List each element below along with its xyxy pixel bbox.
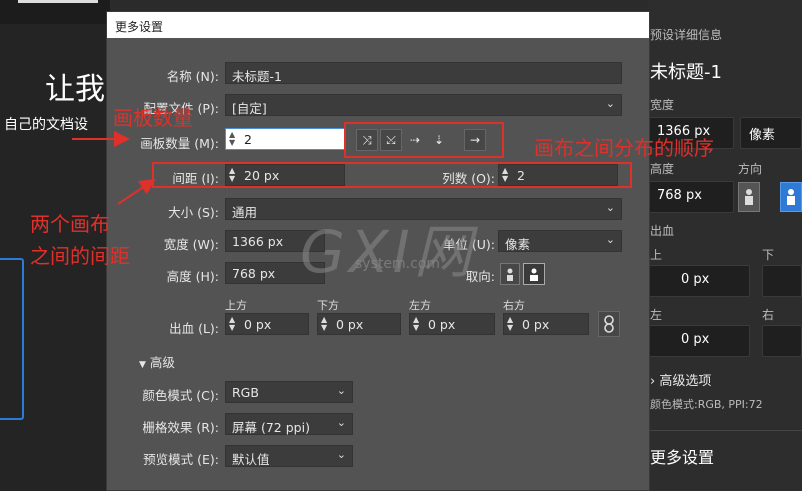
name-label: 名称 (N): bbox=[166, 69, 219, 84]
artboard-order-annotation: 画布之间分布的顺序 bbox=[534, 136, 714, 160]
bleed-label: 出血 bbox=[650, 224, 675, 238]
name-field[interactable]: 未标题-1 bbox=[225, 62, 622, 84]
bleed-top-label: 上 bbox=[650, 248, 663, 262]
size-label: 大小 (S): bbox=[168, 205, 219, 220]
advanced-section-toggle[interactable]: ▼ 高级 bbox=[139, 352, 175, 371]
portrait-icon[interactable] bbox=[738, 182, 760, 212]
units-value: 像素 bbox=[505, 237, 531, 252]
bleed-label: 出血 (L): bbox=[169, 321, 219, 336]
preset-name[interactable]: 未标题-1 bbox=[650, 58, 722, 84]
background-sub-text: 自己的文档设 bbox=[4, 117, 88, 133]
chevron-down-icon: ⌄ bbox=[336, 416, 346, 429]
profile-value: [自定] bbox=[232, 101, 267, 116]
color-mode-label: 颜色模式 (C): bbox=[142, 388, 219, 403]
dialog-title: 更多设置 bbox=[107, 12, 649, 38]
stepper-arrows-icon[interactable]: ▲ ▼ bbox=[229, 131, 235, 147]
color-mode-value: RGB bbox=[232, 385, 259, 400]
watermark-logo: GXI网 bbox=[300, 218, 476, 286]
stepper-arrows-icon[interactable]: ▲ ▼ bbox=[321, 316, 327, 332]
height-field[interactable]: 768 px bbox=[648, 181, 734, 213]
link-icon[interactable] bbox=[598, 311, 620, 337]
bleed-right-field[interactable] bbox=[762, 325, 802, 357]
bleed-top-value: 0 px bbox=[244, 317, 272, 332]
spacing-highlight-box bbox=[152, 162, 632, 188]
landscape-orientation-icon[interactable] bbox=[523, 263, 545, 285]
bleed-left-field[interactable]: 0 px bbox=[648, 325, 750, 357]
chevron-right-icon: › bbox=[650, 374, 656, 389]
order-highlight-box bbox=[344, 122, 504, 158]
preview-select[interactable]: 默认值 ⌄ bbox=[225, 445, 353, 467]
raster-select[interactable]: 屏幕 (72 ppi) ⌄ bbox=[225, 413, 353, 435]
more-settings-button[interactable]: 更多设置 bbox=[650, 444, 714, 468]
size-value: 通用 bbox=[232, 205, 258, 220]
bleed-left-label: 左方 bbox=[409, 299, 431, 312]
advanced-options-toggle[interactable]: › 高级选项 bbox=[650, 370, 711, 389]
preview-value: 默认值 bbox=[232, 452, 270, 467]
unit-select[interactable]: 像素 bbox=[740, 117, 802, 149]
spacing-annotation-line2: 之间的间距 bbox=[30, 244, 130, 268]
advanced-label: 高级 bbox=[149, 355, 175, 370]
divider bbox=[648, 430, 802, 431]
bleed-top-label: 上方 bbox=[225, 299, 247, 312]
bleed-top-stepper[interactable]: ▲ ▼ 0 px bbox=[225, 313, 309, 335]
width-label: 宽度 (W): bbox=[163, 237, 219, 252]
artboards-stepper[interactable]: ▲ ▼ 2 bbox=[225, 128, 345, 150]
bleed-bottom-label: 下 bbox=[762, 248, 775, 262]
artboards-label: 画板数量 (M): bbox=[140, 136, 219, 151]
orientation-label: 方向 bbox=[738, 162, 763, 176]
bleed-bottom-field[interactable] bbox=[762, 265, 802, 297]
advanced-options-label: 高级选项 bbox=[659, 374, 712, 389]
triangle-down-icon: ▼ bbox=[139, 360, 146, 370]
chevron-down-icon: ⌄ bbox=[336, 448, 346, 461]
preset-details-heading: 预设详细信息 bbox=[650, 28, 723, 42]
selected-template-frame[interactable] bbox=[0, 258, 24, 420]
chevron-down-icon: ⌄ bbox=[336, 384, 346, 397]
watermark-site: system.com bbox=[355, 256, 440, 272]
preset-details-panel: 预设详细信息 未标题-1 宽度 1366 px 像素 高度 方向 768 px … bbox=[648, 0, 802, 491]
portrait-orientation-icon[interactable] bbox=[500, 263, 520, 285]
bleed-bottom-stepper[interactable]: ▲ ▼ 0 px bbox=[317, 313, 401, 335]
bleed-right-value: 0 px bbox=[522, 317, 550, 332]
bleed-top-field[interactable]: 0 px bbox=[648, 265, 750, 297]
chevron-down-icon: ⌄ bbox=[605, 233, 615, 246]
background-hero-text: 让我 bbox=[45, 72, 105, 107]
chevron-down-icon: ⌄ bbox=[605, 97, 615, 110]
stepper-arrows-icon[interactable]: ▲ ▼ bbox=[507, 316, 513, 332]
spacing-annotation-line1: 两个画布 bbox=[30, 212, 110, 236]
raster-value: 屏幕 (72 ppi) bbox=[232, 420, 310, 435]
profile-select[interactable]: [自定] ⌄ bbox=[225, 94, 622, 116]
bleed-bottom-label: 下方 bbox=[317, 299, 339, 312]
bleed-right-label: 右方 bbox=[503, 299, 525, 312]
bleed-right-stepper[interactable]: ▲ ▼ 0 px bbox=[503, 313, 589, 335]
bleed-left-label: 左 bbox=[650, 308, 663, 322]
color-mode-info: 颜色模式:RGB, PPI:72 bbox=[650, 398, 763, 411]
bleed-left-stepper[interactable]: ▲ ▼ 0 px bbox=[409, 313, 495, 335]
height-label: 高度 bbox=[650, 162, 675, 176]
height-label: 高度 (H): bbox=[166, 269, 219, 284]
width-label: 宽度 bbox=[650, 98, 675, 112]
preview-label: 预览模式 (E): bbox=[143, 452, 219, 467]
artboards-value: 2 bbox=[244, 132, 252, 147]
landscape-icon[interactable] bbox=[780, 182, 802, 212]
units-select[interactable]: 像素 ⌄ bbox=[498, 230, 622, 252]
raster-label: 栅格效果 (R): bbox=[142, 420, 219, 435]
color-mode-select[interactable]: RGB ⌄ bbox=[225, 381, 353, 403]
artboard-count-annotation: 画板数量 bbox=[113, 106, 193, 130]
stepper-arrows-icon[interactable]: ▲ ▼ bbox=[413, 316, 419, 332]
bleed-right-label: 右 bbox=[762, 308, 775, 322]
stepper-arrows-icon[interactable]: ▲ ▼ bbox=[229, 316, 235, 332]
background-top-bar bbox=[0, 0, 110, 24]
chevron-down-icon: ⌄ bbox=[605, 201, 615, 214]
bleed-left-value: 0 px bbox=[428, 317, 456, 332]
bleed-bottom-value: 0 px bbox=[336, 317, 364, 332]
